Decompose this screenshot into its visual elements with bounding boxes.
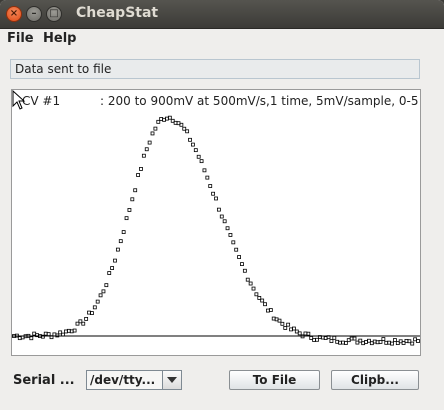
dropdown-arrow-icon[interactable] [162,371,181,389]
data-point [115,247,120,252]
data-point [237,255,241,259]
to-file-button[interactable]: To File [229,370,320,390]
serial-port-label: Serial ... [13,373,75,388]
minimize-window-icon[interactable]: – [26,6,42,22]
mouse-cursor-icon [12,90,26,110]
data-point [121,230,126,234]
data-point [263,302,267,307]
data-point [188,137,192,142]
app-window: × – □ CheapStat File Help Data sent to f… [0,0,444,410]
data-point [113,258,117,263]
clipboard-button[interactable]: Clipb... [331,370,419,390]
data-point [211,191,216,196]
data-point [286,322,291,327]
data-point [208,184,213,188]
data-point [191,142,195,147]
status-field: Data sent to file [10,59,420,79]
data-point [248,281,253,286]
window-title: CheapStat [76,5,159,21]
data-point [205,175,210,180]
data-point [245,277,250,282]
data-point [193,148,198,153]
data-point [84,316,89,321]
data-point [136,173,140,177]
data-point [118,239,123,244]
serial-port-select[interactable]: /dev/tty... [86,370,182,390]
data-point [98,293,103,298]
data-point [234,247,239,252]
data-point [329,339,334,343]
data-point [133,188,138,193]
data-point [393,338,397,342]
data-point [225,226,230,231]
data-point [242,268,247,273]
data-point [107,271,112,275]
data-point [219,214,224,219]
data-point [231,240,236,245]
data-point [127,208,132,212]
data-point [141,153,146,158]
data-point [147,140,152,145]
data-point [251,286,256,291]
maximize-window-icon[interactable]: □ [46,6,62,22]
data-point [110,266,115,270]
data-point [101,289,106,294]
title-bar[interactable]: × – □ CheapStat [0,0,444,29]
plot-area: CV #1 : 200 to 900mV at 500mV/s,1 time, … [11,89,421,356]
data-point [130,197,135,202]
data-point [153,126,158,131]
data-points [12,115,420,346]
data-point [228,233,233,237]
data-point [144,147,149,152]
close-window-icon[interactable]: × [6,6,22,22]
data-point [150,131,155,136]
data-point [95,299,100,304]
data-point [214,196,218,201]
data-point [104,283,109,288]
data-point [222,219,227,224]
data-point [199,159,204,164]
data-point [124,216,129,221]
plot-title: CV #1 [22,94,61,108]
data-point [139,167,143,171]
menu-help[interactable]: Help [43,31,76,46]
menu-file[interactable]: File [7,31,34,46]
plot-parameters: : 200 to 900mV at 500mV/s,1 time, 5mV/sa… [100,94,419,108]
serial-port-value: /dev/tty... [90,373,156,387]
data-point [332,335,337,340]
data-point [196,154,201,159]
data-point [283,326,288,330]
data-point [216,207,221,212]
data-point [240,262,244,267]
data-point [202,168,207,173]
cv-scatter-plot [12,115,420,346]
data-point [254,292,259,297]
menu-bar: File Help [0,29,444,49]
data-point [280,321,285,326]
data-point [92,305,97,310]
